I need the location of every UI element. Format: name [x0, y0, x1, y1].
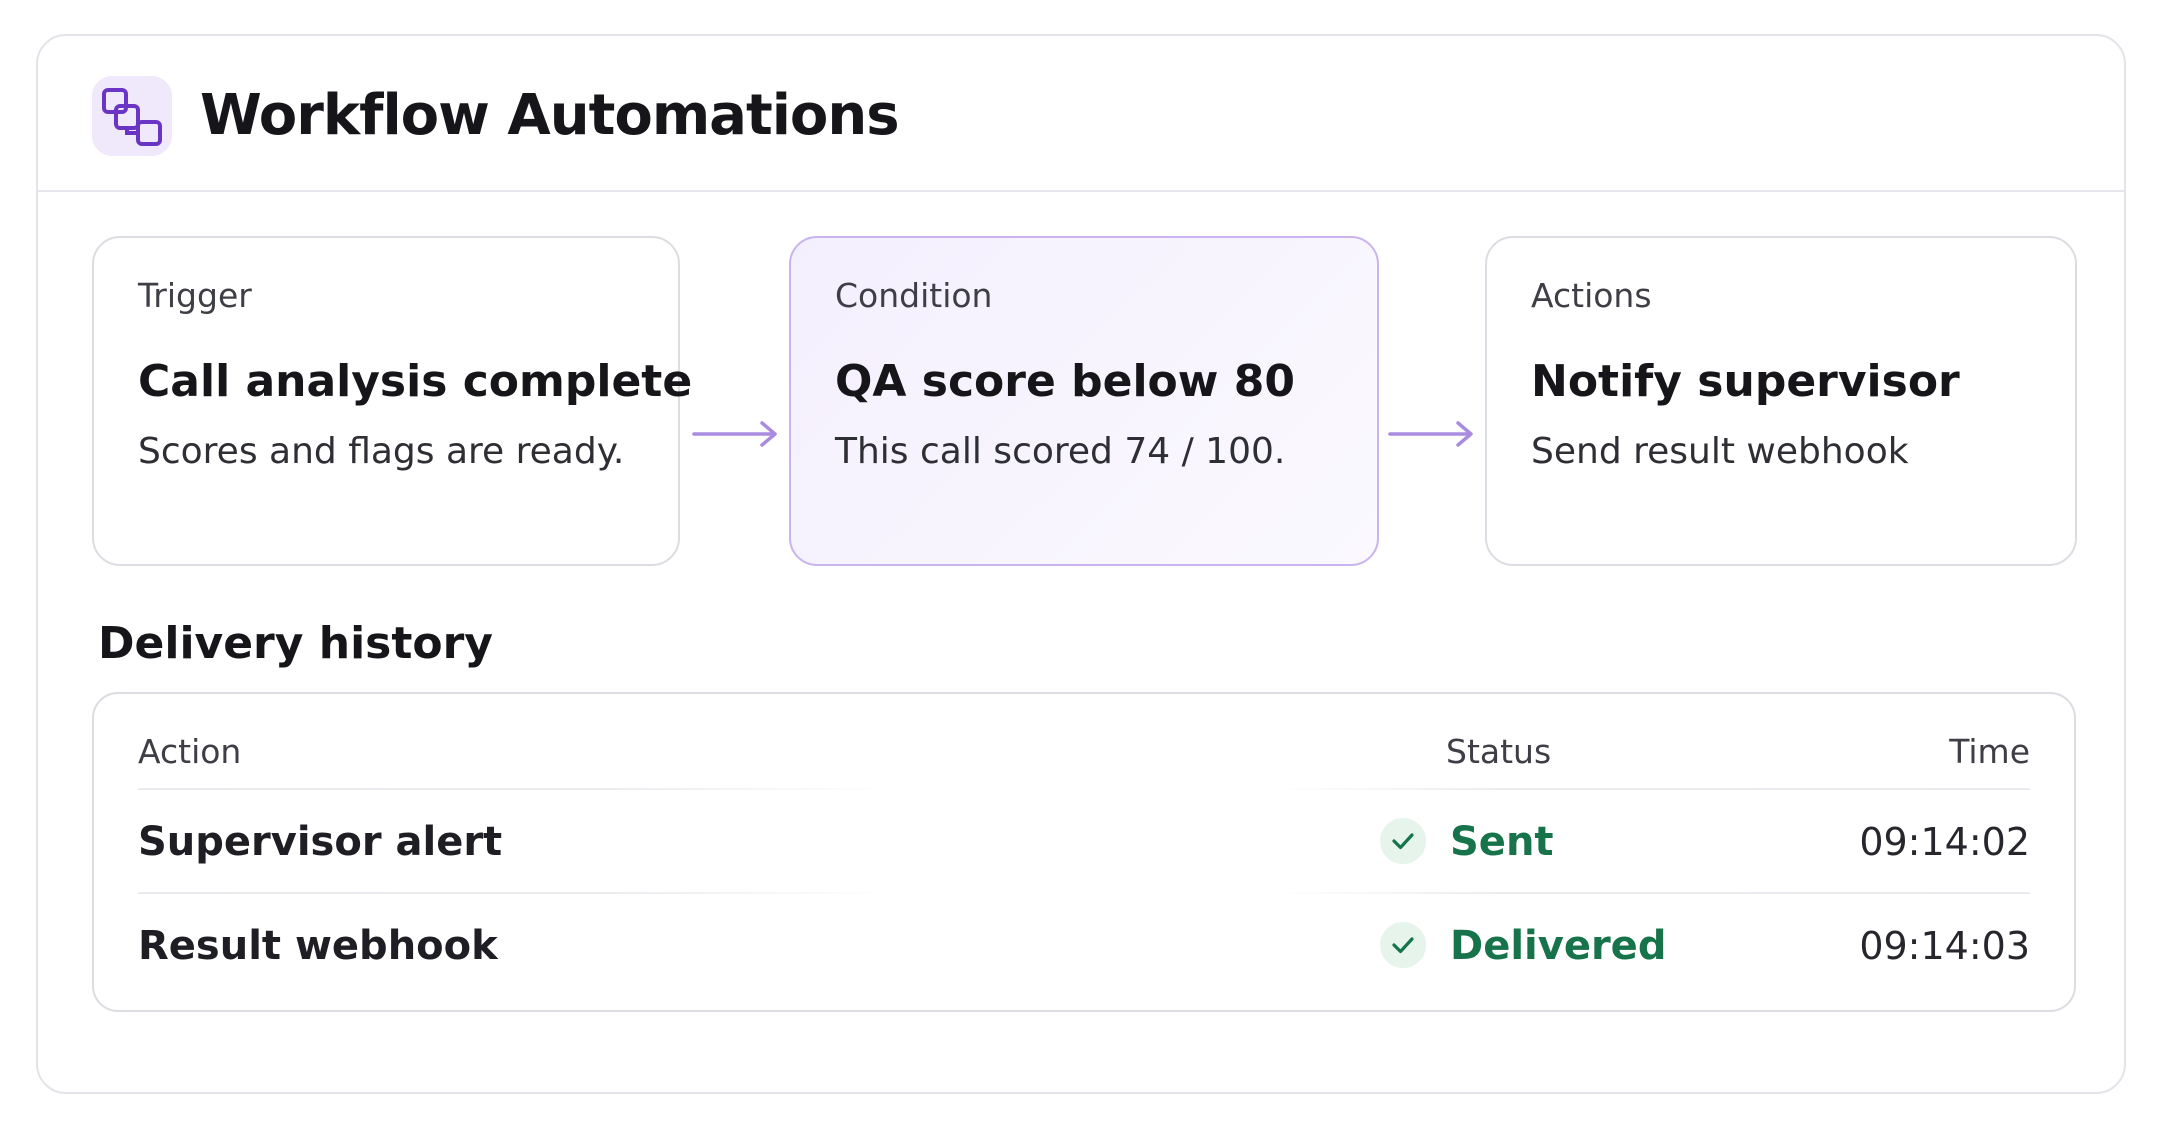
step-label: Condition: [835, 276, 993, 315]
action-cell: Result webhook: [138, 923, 498, 969]
column-header-action: Action: [138, 732, 242, 771]
delivery-history-title: Delivery history: [98, 618, 493, 669]
check-icon: [1380, 818, 1426, 864]
step-description: Send result webhook: [1531, 431, 1909, 472]
status-badge: Sent: [1450, 819, 1554, 865]
table-row[interactable]: Supervisor alert Sent 09:14:02: [94, 792, 2074, 896]
step-label: Trigger: [138, 276, 252, 315]
delivery-history-table: Action Status Time Supervisor alert Sent…: [92, 692, 2076, 1012]
action-cell: Supervisor alert: [138, 819, 503, 865]
workflow-icon: [92, 76, 172, 156]
time-cell: 09:14:03: [1859, 924, 2030, 968]
step-card-actions[interactable]: Actions Notify supervisor Send result we…: [1485, 236, 2077, 566]
arrow-right-icon: [692, 421, 777, 447]
check-icon: [1380, 922, 1426, 968]
page-title: Workflow Automations: [200, 83, 900, 148]
status-badge: Delivered: [1450, 923, 1667, 969]
step-title: Call analysis complete: [138, 356, 693, 407]
step-title: Notify supervisor: [1531, 356, 1960, 407]
column-header-status: Status: [1446, 732, 1552, 771]
workflow-automations-card: Workflow Automations Trigger Call analys…: [36, 34, 2126, 1094]
card-header: Workflow Automations: [38, 36, 2124, 192]
time-cell: 09:14:02: [1859, 820, 2030, 864]
table-row[interactable]: Result webhook Delivered 09:14:03: [94, 896, 2074, 1000]
row-divider: [138, 788, 2030, 790]
step-title: QA score below 80: [835, 356, 1295, 407]
step-description: Scores and flags are ready.: [138, 431, 625, 472]
row-divider: [138, 892, 2030, 894]
column-header-time: Time: [1949, 732, 2030, 771]
step-label: Actions: [1531, 276, 1652, 315]
step-card-condition[interactable]: Condition QA score below 80 This call sc…: [789, 236, 1379, 566]
arrow-right-icon: [1388, 421, 1473, 447]
step-description: This call scored 74 / 100.: [835, 431, 1286, 472]
step-card-trigger[interactable]: Trigger Call analysis complete Scores an…: [92, 236, 692, 566]
